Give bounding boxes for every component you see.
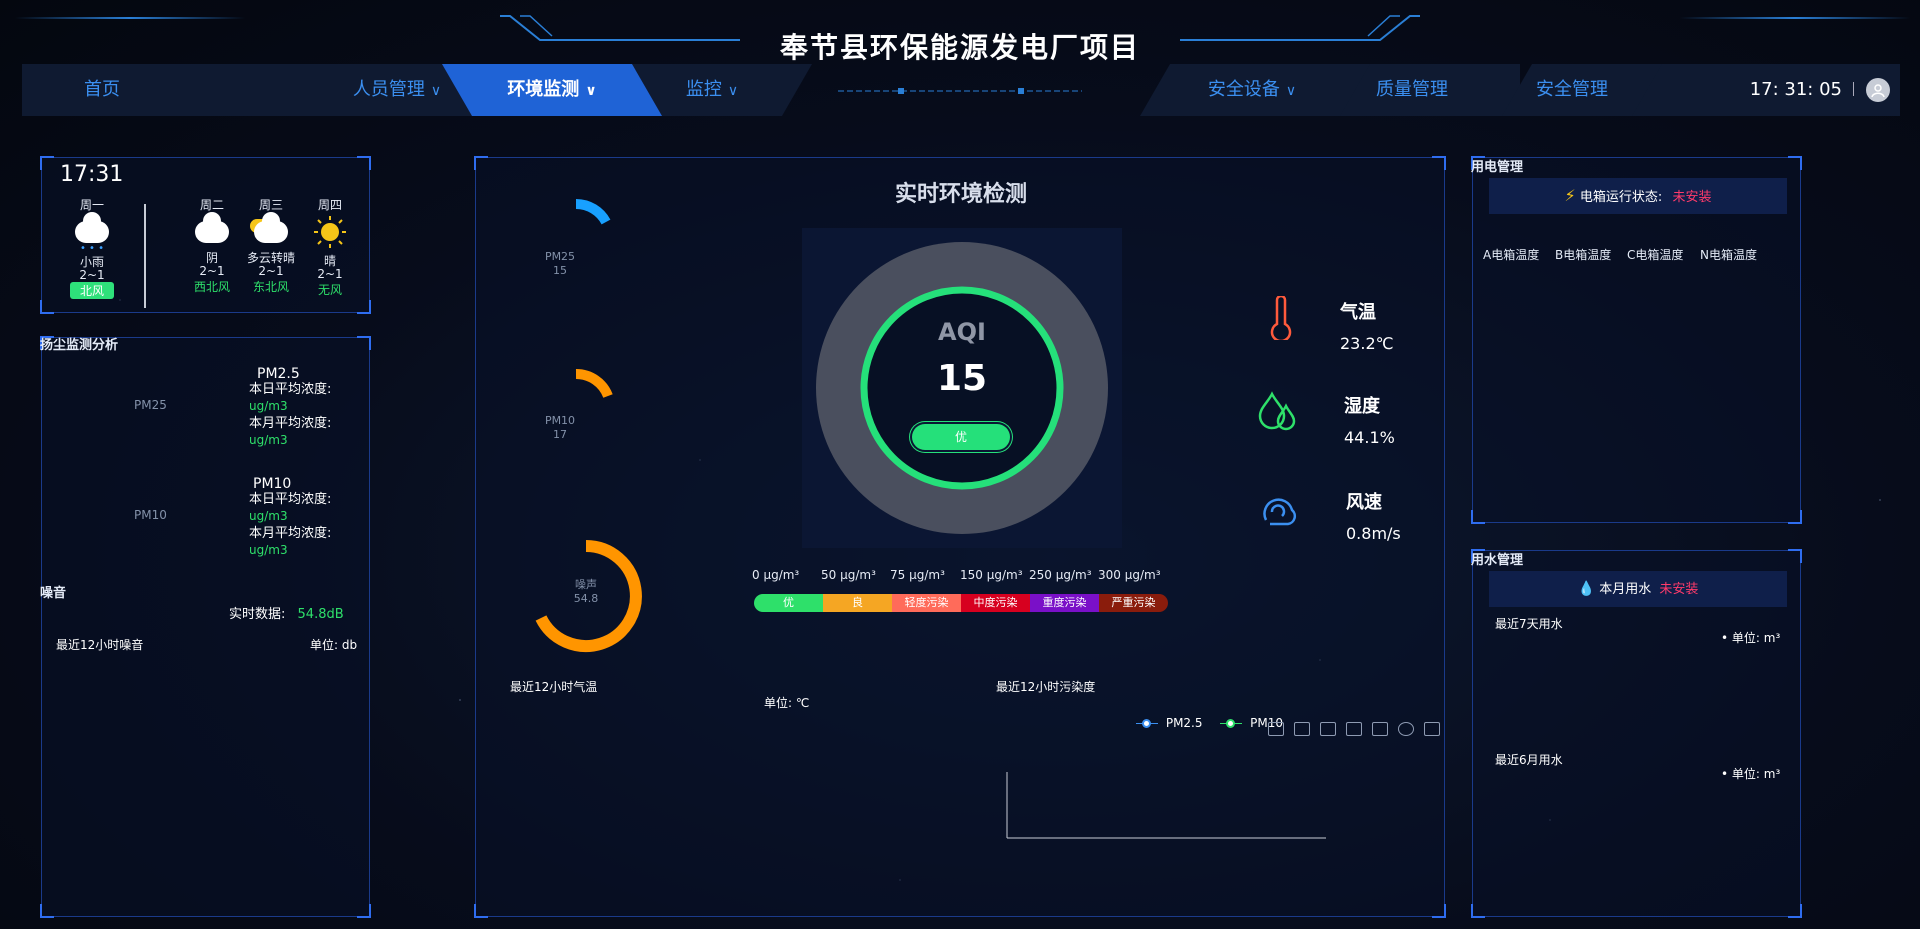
clock: 17: 31: 05: [1749, 79, 1842, 100]
wind-speed-label: 风速: [1346, 492, 1382, 513]
nav-safety-equipment[interactable]: 安全设备 ∨: [1182, 64, 1322, 116]
chart-toolbox: [1258, 721, 1440, 740]
dust-noise-panel: 扬尘监测分析 PM25 PM2.5 本日平均浓度: ug/m3 本月平均浓度: …: [40, 336, 371, 918]
pm25-stats: PM2.5 本日平均浓度: ug/m3 本月平均浓度: ug/m3: [249, 366, 332, 447]
aqi-grade-badge: 优: [912, 424, 1010, 450]
environment-center-panel: 实时环境检测 PM25 15 PM10 17 噪声 54.8 AQI 15 优 气温 …: [474, 156, 1446, 918]
undo-icon[interactable]: [1294, 722, 1310, 736]
weather-panel: 17:31 周一 • • • 小雨 2~1 北风 周二 阴 2~1 西北风 周三…: [40, 156, 371, 314]
rain-drops-icon: • • •: [79, 243, 105, 254]
scale-label: 50 μg/m³: [821, 568, 876, 582]
water-panel: 用水管理 💧 本月用水 未安装 最近7天用水 • 单位: m³ 最近6月用水 •…: [1471, 549, 1802, 918]
chevron-down-icon: ∨: [585, 83, 597, 99]
thermometer-icon: [1270, 296, 1292, 340]
divider: [144, 204, 146, 308]
scale-grade-medium: 中度污染: [961, 594, 1030, 612]
lightning-icon: ⚡: [1564, 186, 1576, 205]
scale-label: 0 μg/m³: [752, 568, 800, 582]
sun-icon: [314, 216, 346, 248]
user-avatar-icon[interactable]: [1866, 78, 1890, 102]
noise-realtime: 实时数据: 54.8dB: [229, 607, 344, 622]
page-title: 奉节县环保能源发电厂项目: [779, 31, 1140, 64]
noise-chart-unit: 单位: db: [310, 638, 358, 652]
weather-day: 周三 多云转晴 2~1 东北风: [246, 198, 295, 294]
water-week-unit: • 单位: m³: [1721, 631, 1781, 645]
data-view-icon[interactable]: [1320, 722, 1336, 736]
scale-grade-good: 优: [754, 594, 823, 612]
pm10-gauge-text: PM10 17: [544, 414, 576, 441]
nav-monitor[interactable]: 监控 ∨: [652, 64, 772, 116]
weather-today: 周一 • • • 小雨 2~1 北风: [62, 196, 122, 299]
scale-label: 150 μg/m³: [960, 568, 1023, 582]
aqi-scale-bar: 优 良 轻度污染 中度污染 重度污染 严重污染: [754, 594, 1168, 612]
scale-grade-moderate: 良: [823, 594, 892, 612]
zoom-icon[interactable]: [1268, 722, 1284, 736]
water-drop-icon: 💧: [1577, 581, 1596, 597]
center-title: 实时环境检测: [894, 182, 1027, 207]
temp-chart-unit: 单位: ℃: [764, 696, 810, 710]
noise-gauge-text: 噪声 54.8: [573, 578, 599, 605]
refresh-icon[interactable]: [1398, 722, 1414, 736]
weather-time: 17:31: [60, 162, 124, 187]
aqi-value: 15: [936, 358, 988, 399]
dust-title: 扬尘监测分析: [40, 338, 119, 353]
wind-badge: 北风: [69, 282, 114, 299]
power-title: 用电管理: [1471, 160, 1524, 175]
aqi-label: AQI: [938, 318, 986, 346]
line-chart-icon[interactable]: [1346, 722, 1362, 736]
bar-chart-icon[interactable]: [1372, 722, 1388, 736]
chevron-down-icon: ∨: [430, 83, 442, 99]
header-line-right: [1680, 17, 1910, 19]
power-temperature-columns: A电箱温度 B电箱温度 C电箱温度 N电箱温度: [1483, 248, 1757, 262]
pm25-gauge-label: PM25: [134, 398, 167, 412]
chevron-down-icon: ∨: [727, 83, 739, 99]
water-halfyear-title: 最近6月用水: [1495, 753, 1563, 767]
nav-decoration: [838, 88, 1082, 94]
scale-grade-light: 轻度污染: [892, 594, 961, 612]
rain-cloud-icon: [75, 212, 109, 243]
noise-title: 噪音: [40, 586, 67, 601]
pm25-gauge-text: PM25 15: [544, 250, 576, 277]
divider: [1853, 82, 1854, 96]
power-status: ⚡ 电箱运行状态: 未安装: [1489, 178, 1787, 214]
water-week-title: 最近7天用水: [1495, 617, 1563, 631]
water-status: 💧 本月用水 未安装: [1489, 571, 1787, 607]
download-icon[interactable]: [1424, 722, 1440, 736]
scale-label: 250 μg/m³: [1029, 568, 1092, 582]
humidity-label: 湿度: [1344, 396, 1380, 417]
scale-label: 300 μg/m³: [1098, 568, 1161, 582]
partly-cloudy-icon: [254, 212, 288, 243]
chevron-down-icon: ∨: [1285, 83, 1297, 99]
noise-chart-title: 最近12小时噪音: [56, 638, 144, 652]
scale-grade-heavy: 重度污染: [1030, 594, 1099, 612]
temperature-label: 气温: [1340, 302, 1376, 323]
nav-home[interactable]: 首页: [42, 64, 162, 116]
humidity-value: 44.1%: [1344, 428, 1395, 447]
temperature-value: 23.2℃: [1340, 334, 1394, 353]
weather-day: 周四 晴 2~1 无风: [300, 196, 360, 298]
pollution-chart-title: 最近12小时污染度: [996, 680, 1096, 694]
pollution-chart-axes: [1006, 772, 1326, 839]
water-halfyear-unit: • 单位: m³: [1721, 767, 1781, 781]
cloud-icon: [195, 212, 229, 243]
power-panel: 用电管理 ⚡ 电箱运行状态: 未安装 A电箱温度 B电箱温度 C电箱温度 N电箱温度: [1471, 156, 1802, 524]
nav-quality[interactable]: 质量管理: [1342, 64, 1482, 116]
scale-grade-severe: 严重污染: [1099, 594, 1168, 612]
nav-environment[interactable]: 环境监测 ∨: [442, 64, 662, 116]
pm10-stats: PM10 本日平均浓度: ug/m3 本月平均浓度: ug/m3: [249, 476, 332, 557]
header-line-left: [15, 17, 245, 19]
water-title: 用水管理: [1471, 553, 1524, 568]
temp-chart-title: 最近12小时气温: [510, 680, 598, 694]
weather-day: 周二 阴 2~1 西北风: [193, 198, 230, 294]
wind-icon: [1263, 498, 1297, 526]
pm10-gauge-label: PM10: [134, 508, 167, 522]
wind-speed-value: 0.8m/s: [1346, 524, 1401, 543]
scale-label: 75 μg/m³: [890, 568, 945, 582]
nav-safety-management[interactable]: 安全管理: [1502, 64, 1642, 116]
droplets-icon: [1258, 391, 1296, 431]
legend-pm25[interactable]: PM2.5: [1166, 716, 1203, 730]
